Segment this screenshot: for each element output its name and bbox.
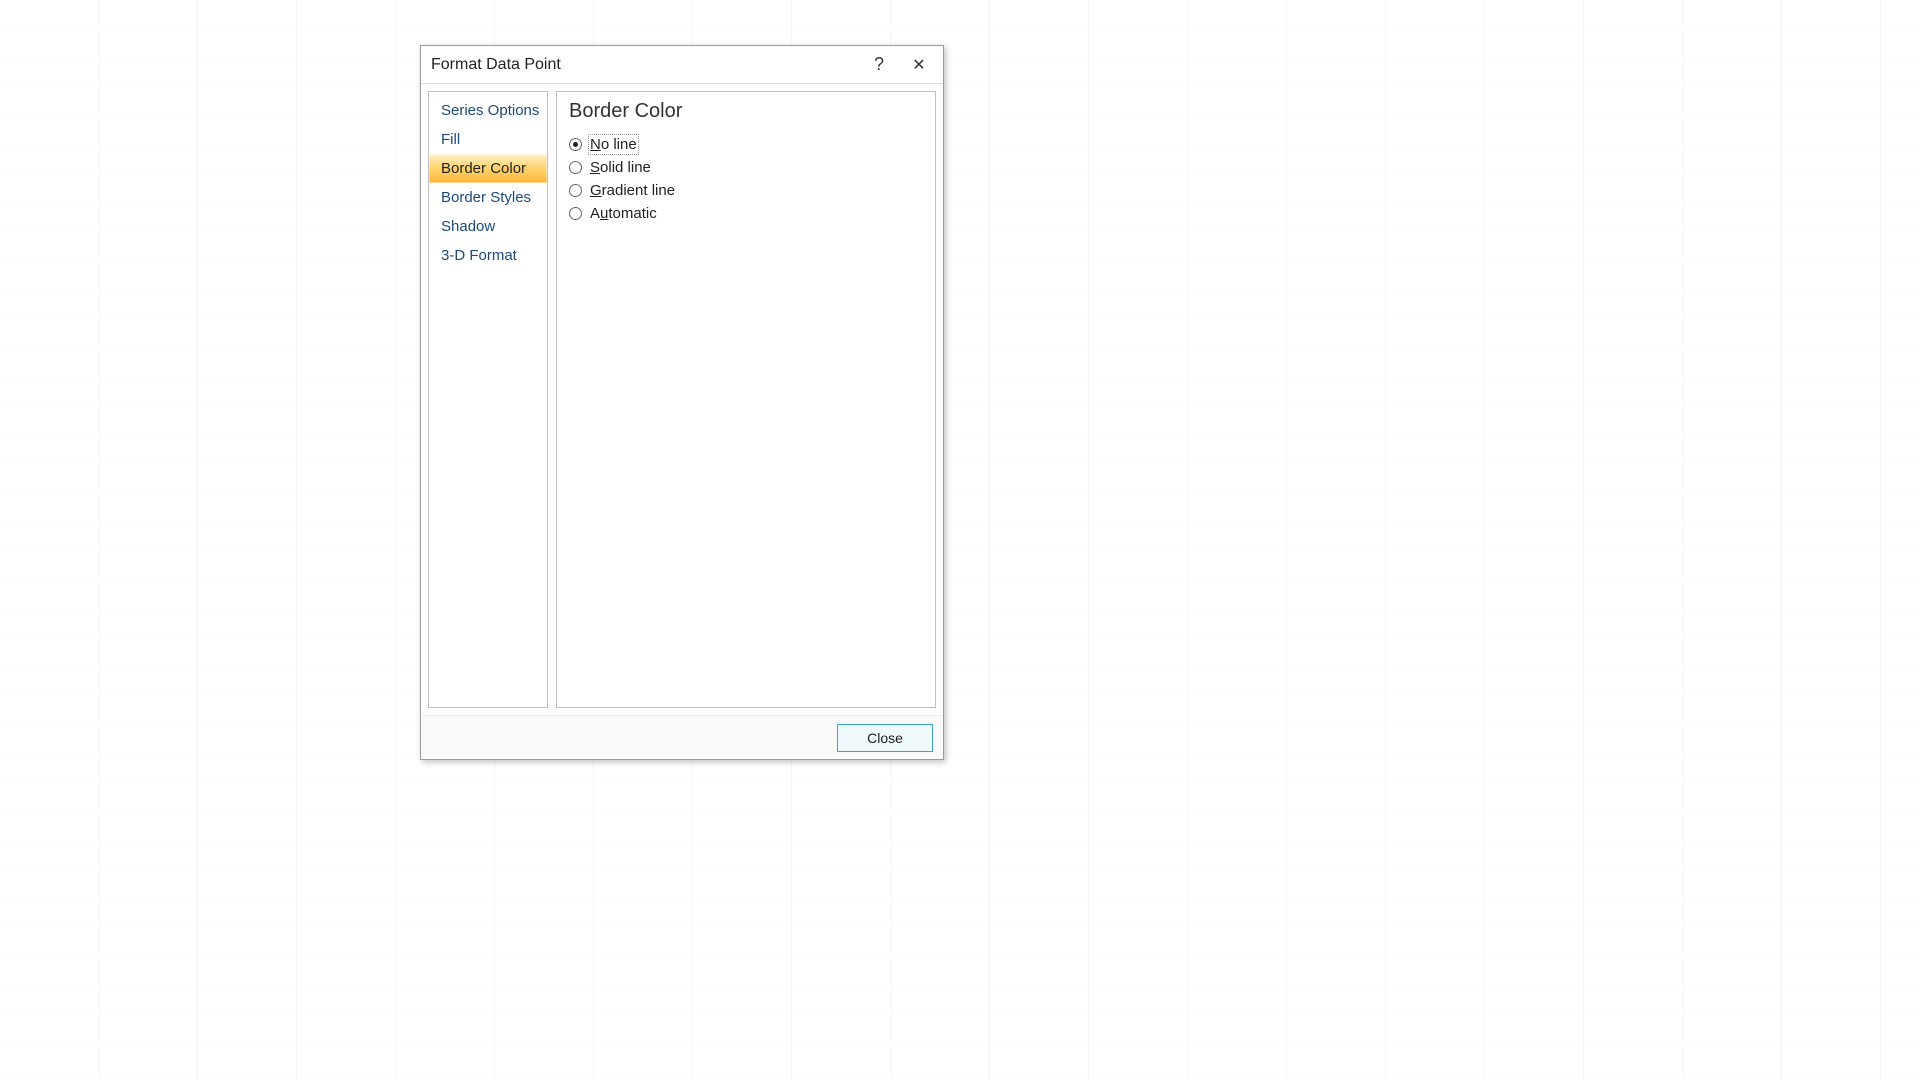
radio-solid-line[interactable]: Solid line <box>569 156 923 179</box>
spreadsheet-background <box>0 0 1920 1080</box>
category-sidebar: Series OptionsFillBorder ColorBorder Sty… <box>428 91 548 708</box>
radio-label: Gradient line <box>590 182 675 199</box>
dialog-body: Series OptionsFillBorder ColorBorder Sty… <box>421 84 943 715</box>
radio-button-icon <box>569 138 582 151</box>
radio-button-icon <box>569 184 582 197</box>
close-button[interactable]: Close <box>837 724 933 752</box>
close-icon: ✕ <box>912 55 925 75</box>
help-icon: ? <box>874 54 884 75</box>
help-button[interactable]: ? <box>859 50 899 80</box>
radio-gradient-line[interactable]: Gradient line <box>569 179 923 202</box>
panel-heading: Border Color <box>569 100 923 123</box>
radio-automatic[interactable]: Automatic <box>569 202 923 225</box>
titlebar: Format Data Point ? ✕ <box>421 46 943 84</box>
format-data-point-dialog: Format Data Point ? ✕ Series OptionsFill… <box>420 45 944 760</box>
dialog-title: Format Data Point <box>431 56 859 74</box>
close-window-button[interactable]: ✕ <box>899 50 939 80</box>
border-color-radio-group: No line Solid line Gradient line Automatic <box>569 133 923 225</box>
radio-label: No line <box>590 136 637 153</box>
sidebar-item-3-d-format[interactable]: 3-D Format <box>429 241 547 270</box>
sidebar-item-border-styles[interactable]: Border Styles <box>429 183 547 212</box>
radio-button-icon <box>569 161 582 174</box>
sidebar-item-series-options[interactable]: Series Options <box>429 96 547 125</box>
dialog-footer: Close <box>421 715 943 759</box>
close-button-label: Close <box>867 730 903 746</box>
sidebar-item-border-color[interactable]: Border Color <box>429 154 547 183</box>
radio-no-line[interactable]: No line <box>569 133 923 156</box>
content-panel: Border Color No line Solid line Gradient l… <box>556 91 936 708</box>
sidebar-item-fill[interactable]: Fill <box>429 125 547 154</box>
sidebar-item-shadow[interactable]: Shadow <box>429 212 547 241</box>
radio-label: Solid line <box>590 159 651 176</box>
radio-button-icon <box>569 207 582 220</box>
radio-label: Automatic <box>590 205 657 222</box>
